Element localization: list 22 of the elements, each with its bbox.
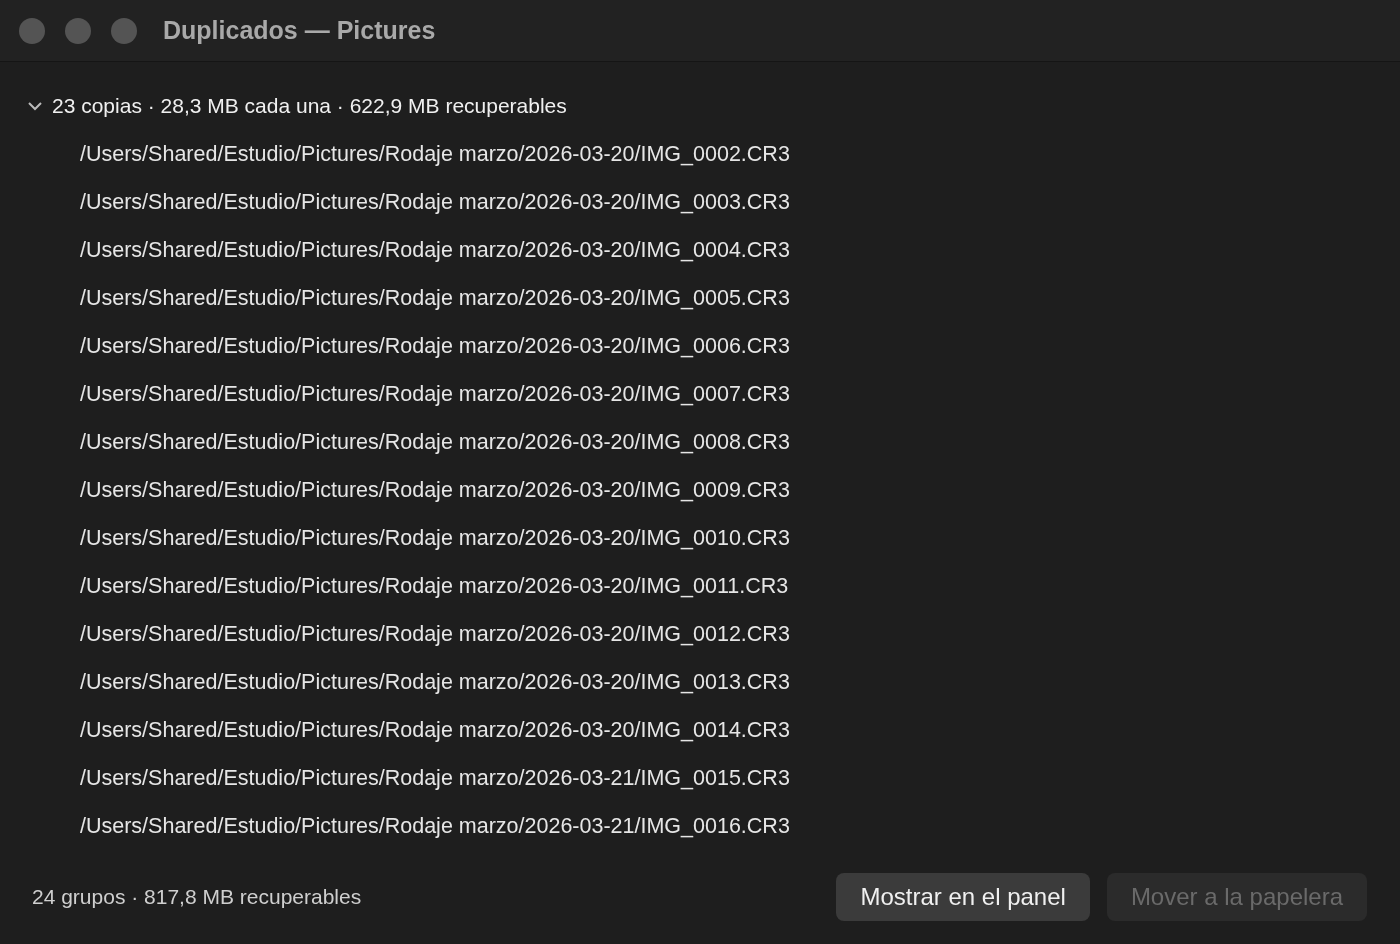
file-path[interactable]: /Users/Shared/Estudio/Pictures/Rodaje marzo/2026-03-20/IMG_0008.CR3 xyxy=(0,418,1400,467)
group-summary: 23 copias · 28,3 MB cada una · 622,9 MB recuperables xyxy=(52,94,567,119)
minimize-window-button[interactable] xyxy=(65,17,91,44)
file-path[interactable]: /Users/Shared/Estudio/Pictures/Rodaje marzo/2026-03-20/IMG_0004.CR3 xyxy=(0,226,1400,275)
file-path[interactable]: /Users/Shared/Estudio/Pictures/Rodaje marzo/2026-03-21/IMG_0016.CR3 xyxy=(0,802,1400,851)
file-path[interactable]: /Users/Shared/Estudio/Pictures/Rodaje marzo/2026-03-21/IMG_0015.CR3 xyxy=(0,754,1400,803)
file-path[interactable]: /Users/Shared/Estudio/Pictures/Rodaje marzo/2026-03-20/IMG_0007.CR3 xyxy=(0,370,1400,419)
file-path[interactable]: /Users/Shared/Estudio/Pictures/Rodaje marzo/2026-03-20/IMG_0003.CR3 xyxy=(0,178,1400,227)
file-path[interactable]: /Users/Shared/Estudio/Pictures/Rodaje marzo/2026-03-20/IMG_0010.CR3 xyxy=(0,514,1400,563)
action-button[interactable]: Mostrar en el panel xyxy=(836,873,1090,922)
status-summary: 24 grupos · 817,8 MB recuperables xyxy=(32,885,363,910)
file-path[interactable]: /Users/Shared/Estudio/Pictures/Rodaje marzo/2026-03-20/IMG_0005.CR3 xyxy=(0,274,1400,323)
file-path[interactable]: /Users/Shared/Estudio/Pictures/Rodaje marzo/2026-03-20/IMG_0011.CR3 xyxy=(0,562,1400,611)
file-path[interactable]: /Users/Shared/Estudio/Pictures/Rodaje marzo/2026-03-20/IMG_0009.CR3 xyxy=(0,466,1400,515)
file-path[interactable]: /Users/Shared/Estudio/Pictures/Rodaje marzo/2026-03-20/IMG_0012.CR3 xyxy=(0,610,1400,659)
close-window-button[interactable] xyxy=(19,17,45,44)
zoom-window-button[interactable] xyxy=(111,17,137,44)
file-path[interactable]: /Users/Shared/Estudio/Pictures/Rodaje marzo/2026-03-20/IMG_0014.CR3 xyxy=(0,706,1400,755)
file-path[interactable]: /Users/Shared/Estudio/Pictures/Rodaje marzo/2026-03-20/IMG_0013.CR3 xyxy=(0,658,1400,707)
file-path[interactable]: /Users/Shared/Estudio/Pictures/Rodaje marzo/2026-03-20/IMG_0002.CR3 xyxy=(0,130,1400,179)
file-path[interactable]: /Users/Shared/Estudio/Pictures/Rodaje marzo/2026-03-20/IMG_0006.CR3 xyxy=(0,322,1400,371)
window-title: Duplicados — Pictures xyxy=(163,16,436,46)
